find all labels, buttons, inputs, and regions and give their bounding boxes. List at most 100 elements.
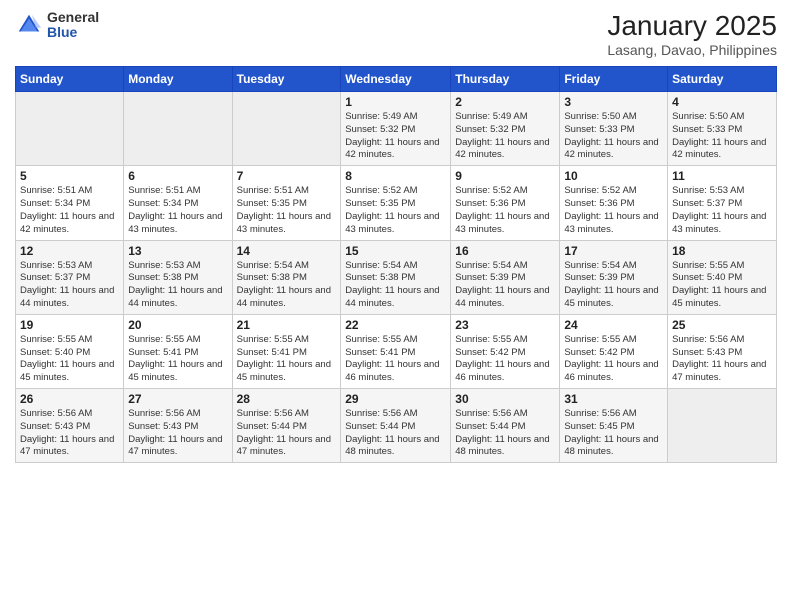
day-number: 28 xyxy=(237,392,337,406)
table-row: 27 Sunrise: 5:56 AMSunset: 5:43 PMDaylig… xyxy=(124,389,232,463)
day-number: 18 xyxy=(672,244,772,258)
day-number: 9 xyxy=(455,169,555,183)
day-number: 3 xyxy=(564,95,663,109)
day-info: Sunrise: 5:54 AMSunset: 5:38 PMDaylight:… xyxy=(237,260,331,309)
day-info: Sunrise: 5:56 AMSunset: 5:44 PMDaylight:… xyxy=(345,408,439,457)
header: General Blue January 2025 Lasang, Davao,… xyxy=(15,10,777,58)
logo: General Blue xyxy=(15,10,99,41)
day-info: Sunrise: 5:55 AMSunset: 5:40 PMDaylight:… xyxy=(672,260,766,309)
table-row: 9 Sunrise: 5:52 AMSunset: 5:36 PMDayligh… xyxy=(451,166,560,240)
day-number: 25 xyxy=(672,318,772,332)
day-number: 24 xyxy=(564,318,663,332)
page: General Blue January 2025 Lasang, Davao,… xyxy=(0,0,792,612)
table-row xyxy=(232,92,341,166)
day-info: Sunrise: 5:56 AMSunset: 5:43 PMDaylight:… xyxy=(672,334,766,383)
logo-general-text: General xyxy=(47,10,99,25)
table-row: 17 Sunrise: 5:54 AMSunset: 5:39 PMDaylig… xyxy=(560,240,668,314)
day-info: Sunrise: 5:55 AMSunset: 5:42 PMDaylight:… xyxy=(455,334,549,383)
table-row: 3 Sunrise: 5:50 AMSunset: 5:33 PMDayligh… xyxy=(560,92,668,166)
day-number: 10 xyxy=(564,169,663,183)
day-number: 11 xyxy=(672,169,772,183)
day-info: Sunrise: 5:55 AMSunset: 5:40 PMDaylight:… xyxy=(20,334,114,383)
day-number: 8 xyxy=(345,169,446,183)
table-row: 4 Sunrise: 5:50 AMSunset: 5:33 PMDayligh… xyxy=(668,92,777,166)
month-title: January 2025 xyxy=(607,10,777,42)
table-row: 31 Sunrise: 5:56 AMSunset: 5:45 PMDaylig… xyxy=(560,389,668,463)
table-row: 8 Sunrise: 5:52 AMSunset: 5:35 PMDayligh… xyxy=(341,166,451,240)
day-number: 20 xyxy=(128,318,227,332)
calendar-week-row: 5 Sunrise: 5:51 AMSunset: 5:34 PMDayligh… xyxy=(16,166,777,240)
day-info: Sunrise: 5:55 AMSunset: 5:41 PMDaylight:… xyxy=(237,334,331,383)
calendar-week-row: 12 Sunrise: 5:53 AMSunset: 5:37 PMDaylig… xyxy=(16,240,777,314)
table-row: 15 Sunrise: 5:54 AMSunset: 5:38 PMDaylig… xyxy=(341,240,451,314)
table-row: 24 Sunrise: 5:55 AMSunset: 5:42 PMDaylig… xyxy=(560,314,668,388)
table-row: 7 Sunrise: 5:51 AMSunset: 5:35 PMDayligh… xyxy=(232,166,341,240)
location-title: Lasang, Davao, Philippines xyxy=(607,42,777,58)
day-info: Sunrise: 5:53 AMSunset: 5:37 PMDaylight:… xyxy=(20,260,114,309)
table-row xyxy=(124,92,232,166)
table-row: 14 Sunrise: 5:54 AMSunset: 5:38 PMDaylig… xyxy=(232,240,341,314)
calendar-table: Sunday Monday Tuesday Wednesday Thursday… xyxy=(15,66,777,463)
col-wednesday: Wednesday xyxy=(341,67,451,92)
logo-icon xyxy=(15,11,43,39)
table-row: 12 Sunrise: 5:53 AMSunset: 5:37 PMDaylig… xyxy=(16,240,124,314)
day-number: 27 xyxy=(128,392,227,406)
table-row: 29 Sunrise: 5:56 AMSunset: 5:44 PMDaylig… xyxy=(341,389,451,463)
table-row: 2 Sunrise: 5:49 AMSunset: 5:32 PMDayligh… xyxy=(451,92,560,166)
calendar-header-row: Sunday Monday Tuesday Wednesday Thursday… xyxy=(16,67,777,92)
table-row: 6 Sunrise: 5:51 AMSunset: 5:34 PMDayligh… xyxy=(124,166,232,240)
table-row: 19 Sunrise: 5:55 AMSunset: 5:40 PMDaylig… xyxy=(16,314,124,388)
day-number: 19 xyxy=(20,318,119,332)
calendar-week-row: 19 Sunrise: 5:55 AMSunset: 5:40 PMDaylig… xyxy=(16,314,777,388)
day-number: 31 xyxy=(564,392,663,406)
title-block: January 2025 Lasang, Davao, Philippines xyxy=(607,10,777,58)
day-number: 14 xyxy=(237,244,337,258)
day-number: 26 xyxy=(20,392,119,406)
day-info: Sunrise: 5:49 AMSunset: 5:32 PMDaylight:… xyxy=(455,111,549,160)
day-info: Sunrise: 5:56 AMSunset: 5:43 PMDaylight:… xyxy=(20,408,114,457)
logo-blue-text: Blue xyxy=(47,25,99,40)
table-row: 1 Sunrise: 5:49 AMSunset: 5:32 PMDayligh… xyxy=(341,92,451,166)
col-saturday: Saturday xyxy=(668,67,777,92)
day-info: Sunrise: 5:51 AMSunset: 5:35 PMDaylight:… xyxy=(237,185,331,234)
day-info: Sunrise: 5:54 AMSunset: 5:39 PMDaylight:… xyxy=(455,260,549,309)
day-info: Sunrise: 5:50 AMSunset: 5:33 PMDaylight:… xyxy=(672,111,766,160)
day-number: 7 xyxy=(237,169,337,183)
day-info: Sunrise: 5:51 AMSunset: 5:34 PMDaylight:… xyxy=(128,185,222,234)
day-number: 5 xyxy=(20,169,119,183)
day-info: Sunrise: 5:51 AMSunset: 5:34 PMDaylight:… xyxy=(20,185,114,234)
table-row: 26 Sunrise: 5:56 AMSunset: 5:43 PMDaylig… xyxy=(16,389,124,463)
day-number: 2 xyxy=(455,95,555,109)
day-number: 17 xyxy=(564,244,663,258)
day-info: Sunrise: 5:55 AMSunset: 5:41 PMDaylight:… xyxy=(345,334,439,383)
col-thursday: Thursday xyxy=(451,67,560,92)
logo-text: General Blue xyxy=(47,10,99,41)
col-monday: Monday xyxy=(124,67,232,92)
table-row: 25 Sunrise: 5:56 AMSunset: 5:43 PMDaylig… xyxy=(668,314,777,388)
day-info: Sunrise: 5:52 AMSunset: 5:36 PMDaylight:… xyxy=(455,185,549,234)
col-sunday: Sunday xyxy=(16,67,124,92)
day-number: 22 xyxy=(345,318,446,332)
day-number: 13 xyxy=(128,244,227,258)
table-row: 11 Sunrise: 5:53 AMSunset: 5:37 PMDaylig… xyxy=(668,166,777,240)
table-row: 5 Sunrise: 5:51 AMSunset: 5:34 PMDayligh… xyxy=(16,166,124,240)
day-info: Sunrise: 5:52 AMSunset: 5:35 PMDaylight:… xyxy=(345,185,439,234)
day-number: 1 xyxy=(345,95,446,109)
table-row xyxy=(668,389,777,463)
day-number: 4 xyxy=(672,95,772,109)
day-info: Sunrise: 5:54 AMSunset: 5:39 PMDaylight:… xyxy=(564,260,658,309)
table-row: 10 Sunrise: 5:52 AMSunset: 5:36 PMDaylig… xyxy=(560,166,668,240)
day-info: Sunrise: 5:54 AMSunset: 5:38 PMDaylight:… xyxy=(345,260,439,309)
table-row: 30 Sunrise: 5:56 AMSunset: 5:44 PMDaylig… xyxy=(451,389,560,463)
day-info: Sunrise: 5:52 AMSunset: 5:36 PMDaylight:… xyxy=(564,185,658,234)
table-row: 23 Sunrise: 5:55 AMSunset: 5:42 PMDaylig… xyxy=(451,314,560,388)
day-number: 21 xyxy=(237,318,337,332)
day-info: Sunrise: 5:49 AMSunset: 5:32 PMDaylight:… xyxy=(345,111,439,160)
day-number: 12 xyxy=(20,244,119,258)
table-row: 16 Sunrise: 5:54 AMSunset: 5:39 PMDaylig… xyxy=(451,240,560,314)
day-info: Sunrise: 5:53 AMSunset: 5:38 PMDaylight:… xyxy=(128,260,222,309)
table-row: 28 Sunrise: 5:56 AMSunset: 5:44 PMDaylig… xyxy=(232,389,341,463)
day-number: 6 xyxy=(128,169,227,183)
table-row: 21 Sunrise: 5:55 AMSunset: 5:41 PMDaylig… xyxy=(232,314,341,388)
day-info: Sunrise: 5:56 AMSunset: 5:43 PMDaylight:… xyxy=(128,408,222,457)
